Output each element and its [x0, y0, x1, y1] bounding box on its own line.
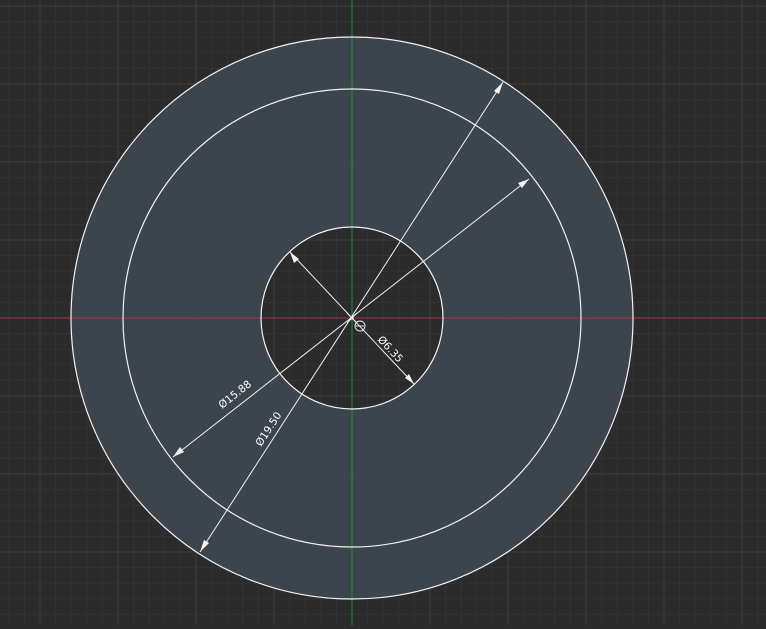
sketch-canvas[interactable]: Ø15.88 Ø19.50 Ø6.35	[0, 0, 766, 625]
origin-icon[interactable]	[354, 320, 366, 332]
sketch-svg[interactable]: Ø15.88 Ø19.50 Ø6.35	[0, 0, 766, 625]
